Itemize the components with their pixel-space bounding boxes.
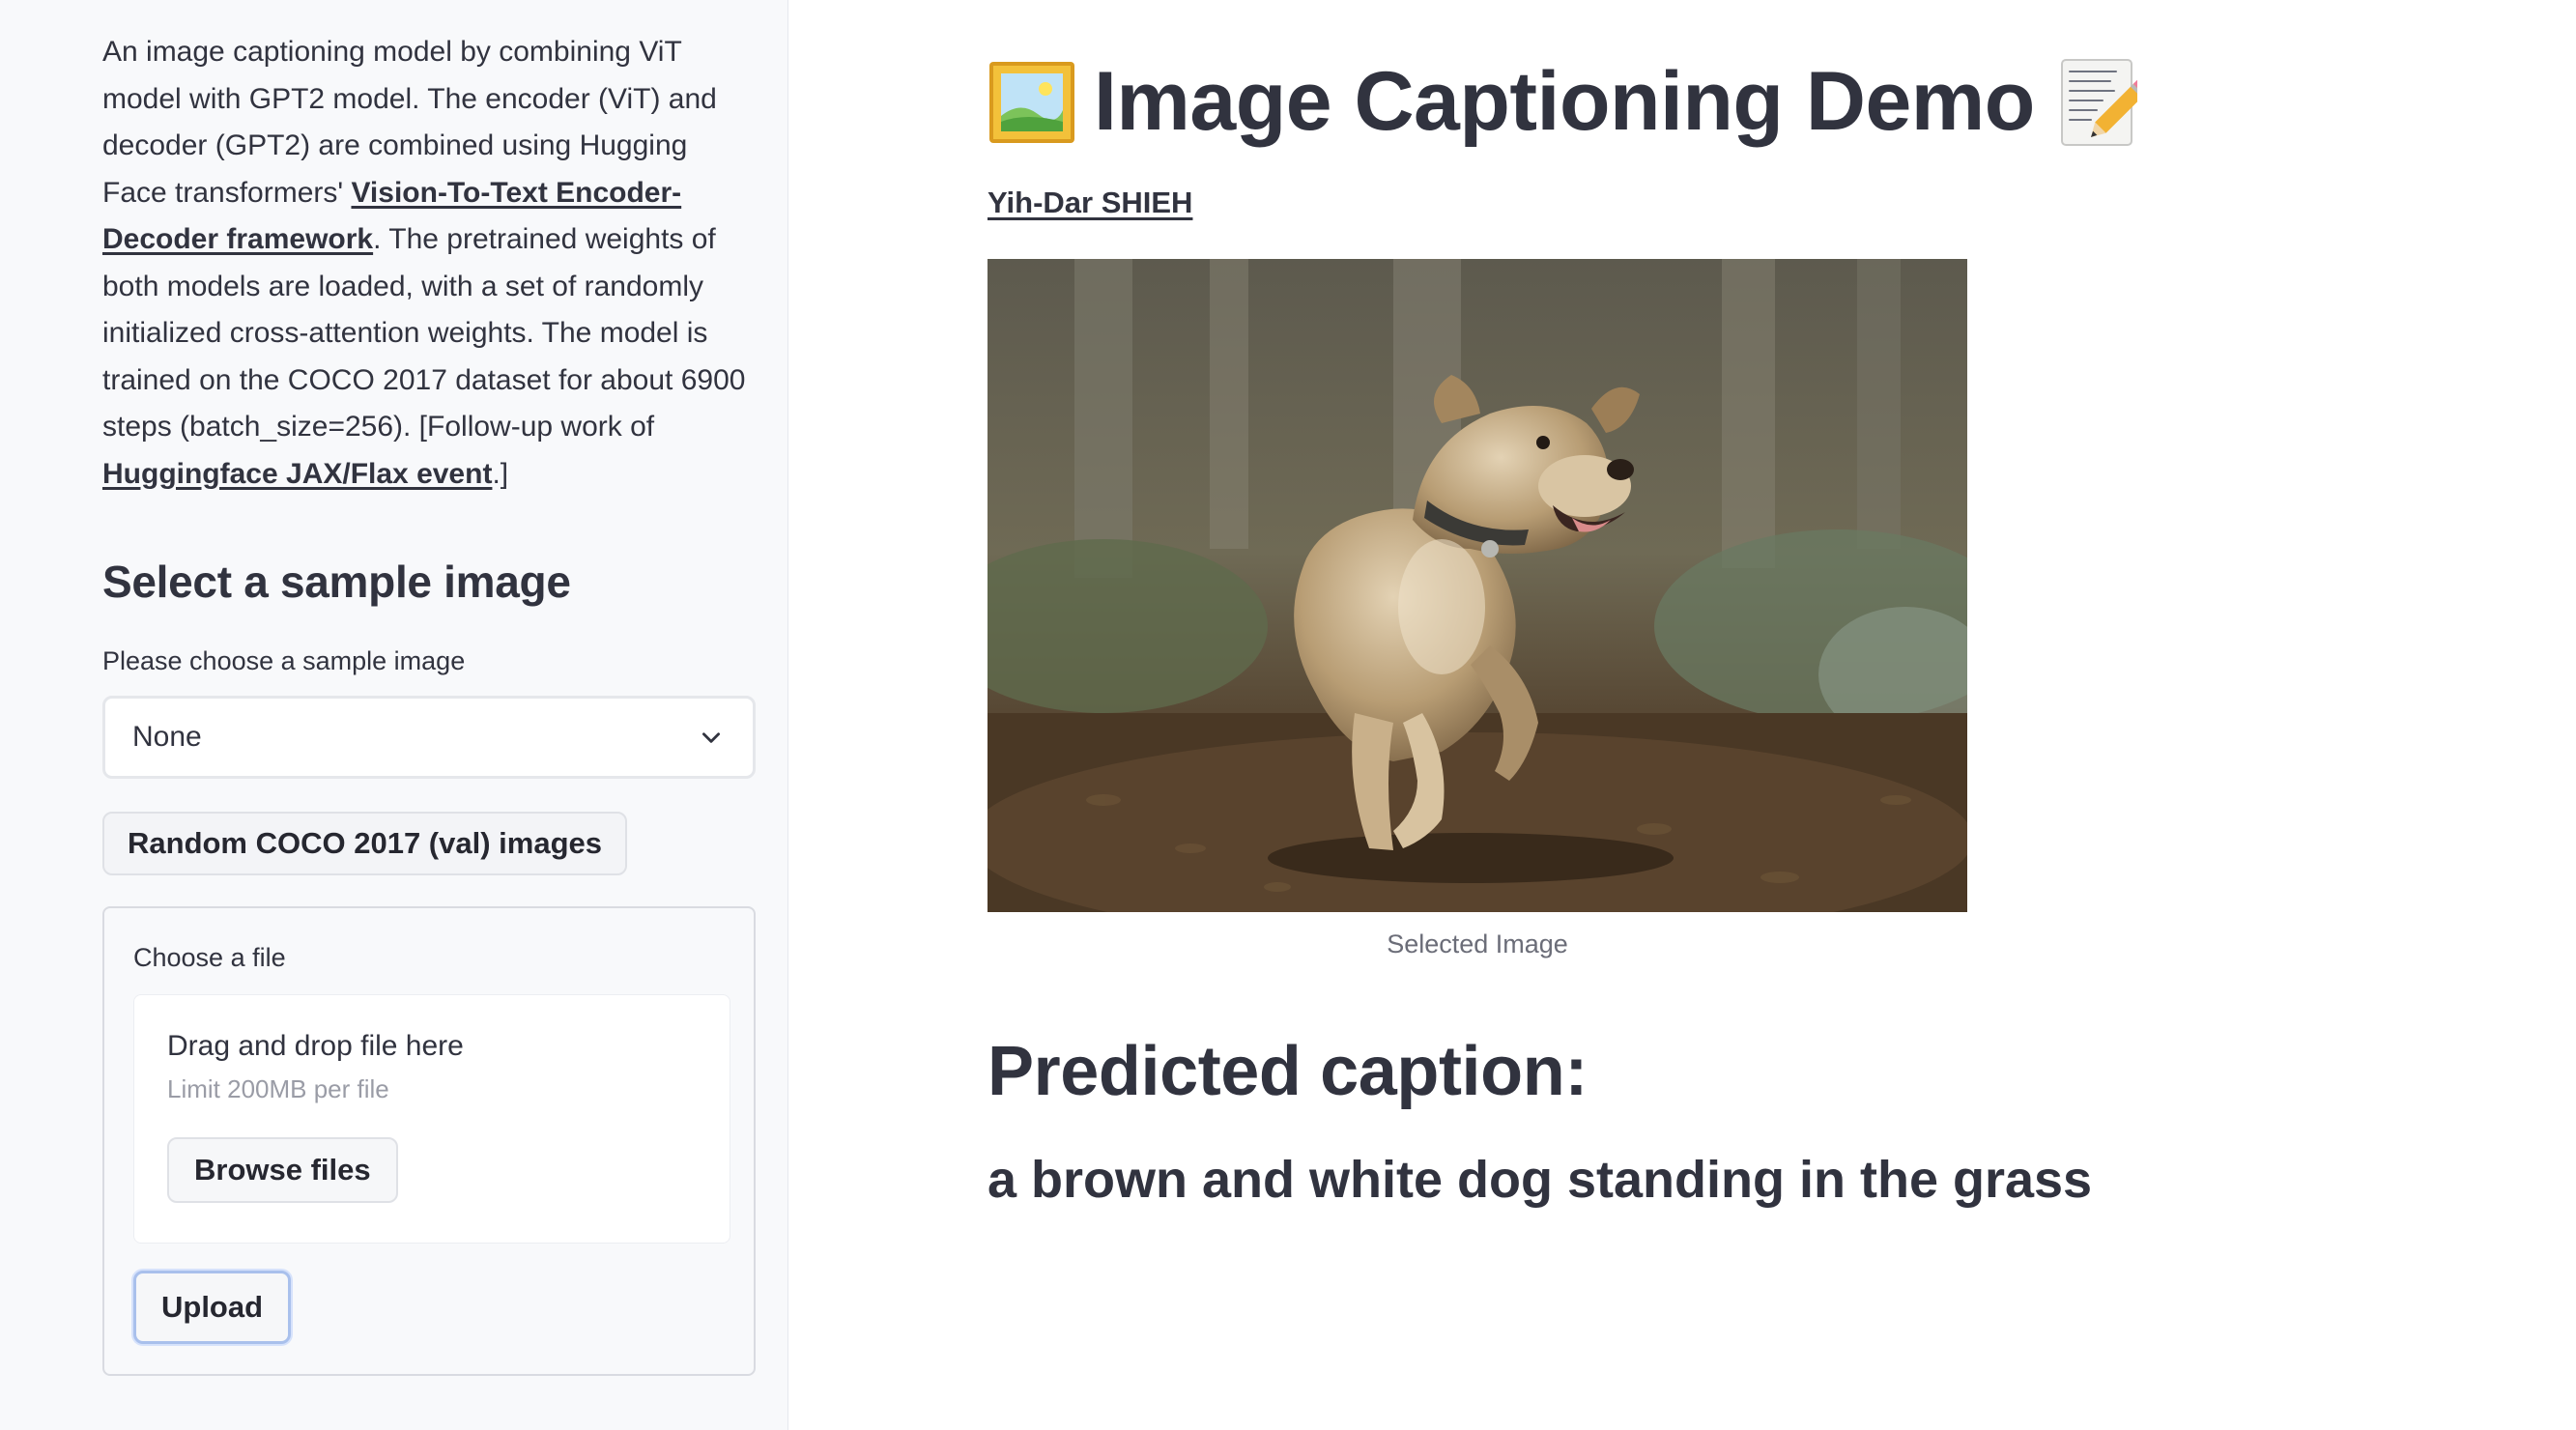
file-uploader-label: Choose a file <box>133 943 286 972</box>
sample-select-label: Please choose a sample image <box>102 646 466 675</box>
dropzone-limit: Limit 200MB per file <box>167 1074 389 1103</box>
browse-files-button[interactable]: Browse files <box>167 1137 398 1203</box>
jax-flax-event-link[interactable]: Huggingface JAX/Flax event <box>102 458 492 490</box>
sample-select-value: None <box>132 721 202 753</box>
file-dropzone[interactable]: Drag and drop file here Limit 200MB per … <box>133 994 730 1244</box>
upload-button[interactable]: Upload <box>133 1271 292 1344</box>
description-end: .] <box>492 457 509 490</box>
page-title: Image Captioning Demo <box>1094 55 2035 148</box>
dropzone-title: Drag and drop file here <box>167 1030 464 1062</box>
selected-image <box>987 259 1967 912</box>
dog-photo <box>987 259 1967 912</box>
random-coco-images-button[interactable]: Random COCO 2017 (val) images <box>102 812 627 875</box>
author-link[interactable]: Yih-Dar SHIEH <box>987 186 1192 220</box>
sidebar-description: An image captioning model by combining V… <box>102 29 756 498</box>
sidebar: An image captioning model by combining V… <box>0 0 788 1430</box>
upload-form: Choose a file Drag and drop file here Li… <box>102 906 756 1376</box>
select-sample-heading: Select a sample image <box>102 557 571 607</box>
predicted-caption-text: a brown and white dog standing in the gr… <box>987 1151 2093 1209</box>
memo-icon <box>2060 58 2137 146</box>
app: An image captioning model by combining V… <box>0 0 2576 1430</box>
main-content: Image Captioning Demo Yih-Dar SHIEH Sele… <box>788 0 2576 1430</box>
description-middle: . The pretrained weights of both models … <box>102 223 746 443</box>
page-title-row: Image Captioning Demo <box>987 54 2137 150</box>
predicted-caption-heading: Predicted caption: <box>987 1033 1588 1110</box>
image-caption: Selected Image <box>1387 930 1568 958</box>
chevron-down-icon <box>702 732 720 743</box>
framed-picture-icon <box>989 61 1074 143</box>
sample-image-select[interactable]: None <box>102 696 756 779</box>
